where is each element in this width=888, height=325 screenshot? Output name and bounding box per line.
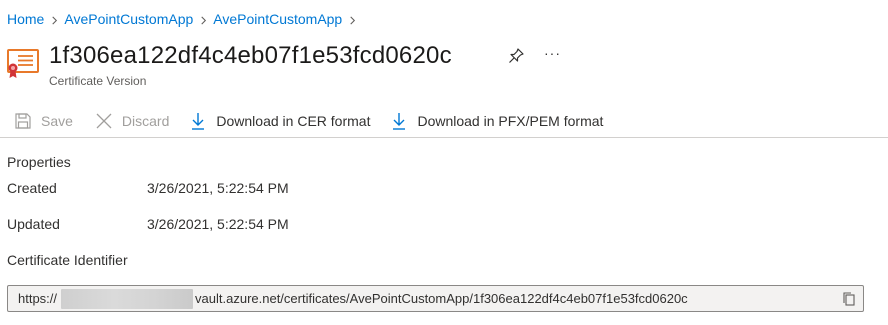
download-icon xyxy=(192,112,205,130)
breadcrumb-app-link[interactable]: AvePointCustomApp xyxy=(64,11,193,27)
command-bar: Save Discard Download in CER format Down… xyxy=(0,104,888,138)
page-title: 1f306ea122df4c4eb07f1e53fcd0620c xyxy=(49,42,452,69)
save-button[interactable]: Save xyxy=(0,106,81,136)
download-cer-label: Download in CER format xyxy=(216,112,371,129)
breadcrumb-certificate-link[interactable]: AvePointCustomApp xyxy=(213,11,342,27)
certificate-icon xyxy=(7,49,39,78)
discard-button[interactable]: Discard xyxy=(81,106,177,136)
pin-icon[interactable] xyxy=(507,47,525,65)
discard-label: Discard xyxy=(121,112,170,129)
chevron-right-icon xyxy=(342,11,362,27)
certificate-identifier-field[interactable]: https:// vault.azure.net/certificates/Av… xyxy=(7,285,864,312)
chevron-right-icon xyxy=(44,11,64,27)
identifier-prefix: https:// xyxy=(18,291,58,306)
download-pfx-label: Download in PFX/PEM format xyxy=(417,112,604,129)
updated-value: 3/26/2021, 5:22:54 PM xyxy=(147,216,289,232)
certificate-identifier-label: Certificate Identifier xyxy=(7,252,128,268)
download-pfx-button[interactable]: Download in PFX/PEM format xyxy=(378,106,611,136)
download-icon xyxy=(393,112,406,130)
properties-heading: Properties xyxy=(7,154,71,170)
identifier-suffix: vault.azure.net/certificates/AvePointCus… xyxy=(195,291,688,306)
copy-icon[interactable] xyxy=(841,291,857,307)
breadcrumb: Home AvePointCustomApp AvePointCustomApp xyxy=(7,10,362,28)
breadcrumb-home-link[interactable]: Home xyxy=(7,11,44,27)
page-subtitle: Certificate Version xyxy=(49,74,147,88)
created-label: Created xyxy=(7,180,57,196)
updated-label: Updated xyxy=(7,216,60,232)
more-options-icon[interactable]: ··· xyxy=(544,45,561,61)
chevron-right-icon xyxy=(193,11,213,27)
download-cer-button[interactable]: Download in CER format xyxy=(177,106,378,136)
page-header: 1f306ea122df4c4eb07f1e53fcd0620c Certifi… xyxy=(6,42,888,92)
save-label: Save xyxy=(41,112,73,129)
created-value: 3/26/2021, 5:22:54 PM xyxy=(147,180,289,196)
redacted-block xyxy=(61,288,194,309)
save-icon xyxy=(15,112,31,129)
close-icon xyxy=(96,113,112,128)
